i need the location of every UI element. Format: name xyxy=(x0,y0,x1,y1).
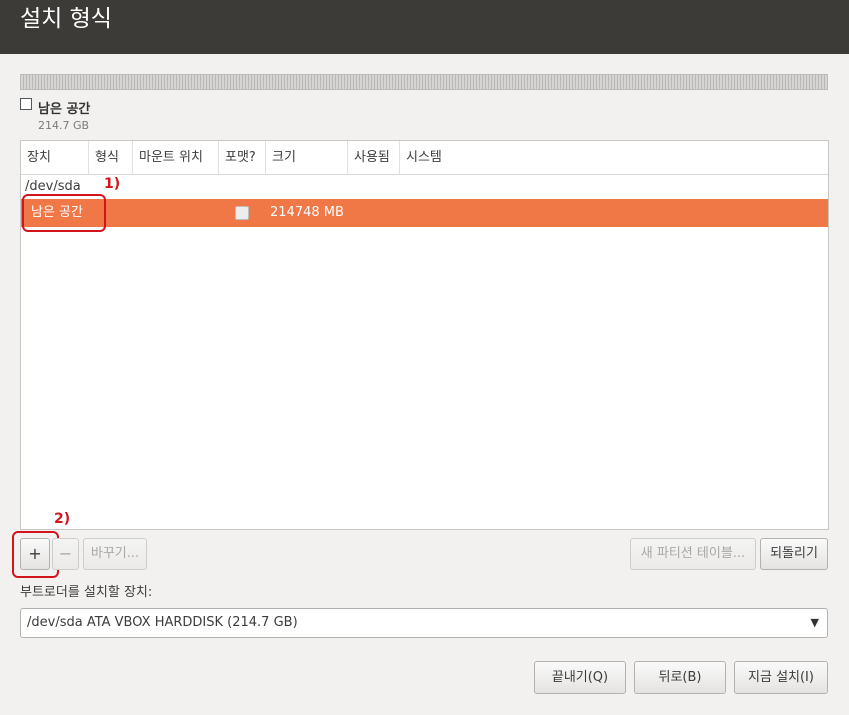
row-size: 214748 MB xyxy=(270,205,344,220)
new-partition-table-button[interactable]: 새 파티션 테이블... xyxy=(630,538,756,570)
format-checkbox[interactable] xyxy=(235,206,249,220)
remove-partition-button[interactable]: − xyxy=(52,538,79,570)
quit-button[interactable]: 끝내기(Q) xyxy=(534,661,626,694)
column-header-type[interactable]: 형식 xyxy=(89,141,133,175)
legend-size: 214.7 GB xyxy=(38,119,90,132)
legend-name: 남은 공간 xyxy=(38,102,91,117)
column-header-used[interactable]: 사용됨 xyxy=(348,141,400,175)
column-header-size[interactable]: 크기 xyxy=(266,141,348,175)
annotation-1-box xyxy=(22,194,106,232)
partition-bar xyxy=(20,74,828,90)
install-now-button[interactable]: 지금 설치(I) xyxy=(734,661,828,694)
free-space-swatch xyxy=(20,98,32,110)
annotation-2: 2) xyxy=(54,511,71,527)
column-header-mount[interactable]: 마운트 위치 xyxy=(133,141,219,175)
revert-button[interactable]: 되돌리기 xyxy=(760,538,828,570)
column-header-format[interactable]: 포맷? xyxy=(219,141,266,175)
column-header-device[interactable]: 장치 xyxy=(21,141,89,175)
annotation-1: 1) xyxy=(104,176,121,192)
partition-table[interactable]: 장치 형식 마운트 위치 포맷? 크기 사용됨 시스템 /dev/sda 남은 … xyxy=(20,140,829,530)
bootloader-label: 부트로더를 설치할 장치: xyxy=(20,585,153,600)
window-title: 설치 형식 xyxy=(20,6,112,32)
bootloader-device-value: /dev/sda ATA VBOX HARDDISK (214.7 GB) xyxy=(27,615,298,630)
bootloader-device-select[interactable]: /dev/sda ATA VBOX HARDDISK (214.7 GB) ▼ xyxy=(20,608,828,638)
add-partition-button[interactable]: + xyxy=(20,538,50,570)
dropdown-arrow-icon: ▼ xyxy=(810,616,819,629)
change-partition-button[interactable]: 바꾸기... xyxy=(83,538,147,570)
title-bar: 설치 형식 xyxy=(0,0,849,54)
column-header-system[interactable]: 시스템 xyxy=(400,141,828,175)
back-button[interactable]: 뒤로(B) xyxy=(634,661,726,694)
table-row-selected[interactable]: 남은 공간 214748 MB xyxy=(21,199,828,227)
table-header: 장치 형식 마운트 위치 포맷? 크기 사용됨 시스템 xyxy=(21,141,828,175)
